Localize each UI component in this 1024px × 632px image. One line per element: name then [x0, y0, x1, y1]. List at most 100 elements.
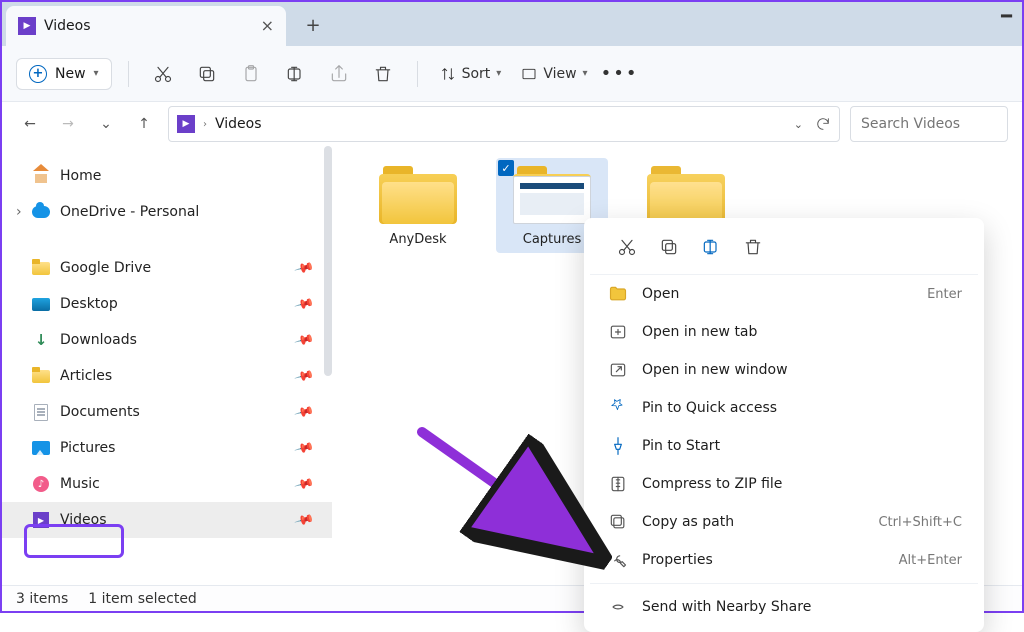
sort-label: Sort — [462, 66, 491, 82]
ctx-nearby-share[interactable]: Send with Nearby Share — [590, 588, 978, 626]
sidebar-item-pictures[interactable]: Pictures 📌 — [2, 430, 332, 466]
sort-button[interactable]: Sort ▾ — [434, 56, 508, 92]
context-menu: Open Enter Open in new tab Open in new w… — [584, 218, 984, 632]
sidebar-item-music[interactable]: ♪ Music 📌 — [2, 466, 332, 502]
sidebar: Home OneDrive - Personal Google Drive 📌 … — [2, 146, 332, 606]
sidebar-item-label: Music — [60, 476, 286, 492]
sidebar-item-articles[interactable]: Articles 📌 — [2, 358, 332, 394]
video-icon — [33, 512, 49, 528]
address-bar[interactable]: › Videos ⌄ — [168, 106, 840, 142]
breadcrumb-current[interactable]: Videos — [215, 116, 262, 132]
history-chevron-icon[interactable]: ⌄ — [92, 110, 120, 138]
ctx-label: Pin to Start — [642, 438, 720, 454]
folder-icon — [379, 164, 457, 224]
search-input[interactable] — [861, 116, 997, 132]
sidebar-item-downloads[interactable]: ↓ Downloads 📌 — [2, 322, 332, 358]
folder-icon — [647, 164, 725, 224]
sidebar-item-documents[interactable]: Documents 📌 — [2, 394, 332, 430]
wrench-icon — [608, 550, 628, 570]
ctx-properties[interactable]: Properties Alt+Enter — [590, 541, 978, 579]
sidebar-item-label: Articles — [60, 368, 286, 384]
folder-anydesk[interactable]: AnyDesk — [362, 158, 474, 253]
nearby-share-icon — [608, 597, 628, 617]
ctx-pin-quick-access[interactable]: Pin to Quick access — [590, 389, 978, 427]
zip-icon — [608, 474, 628, 494]
new-label: New — [55, 66, 86, 82]
sidebar-item-label: Videos — [60, 512, 286, 528]
folder-name: Captures — [523, 232, 581, 247]
pin-icon — [608, 436, 628, 456]
sidebar-item-label: Documents — [60, 404, 286, 420]
folder-icon — [513, 164, 591, 224]
rename-icon[interactable] — [277, 56, 313, 92]
selection-check-icon: ✓ — [498, 160, 514, 176]
pin-icon: 📌 — [293, 437, 315, 458]
tab-title: Videos — [44, 18, 91, 34]
share-icon[interactable] — [321, 56, 357, 92]
paste-icon[interactable] — [233, 56, 269, 92]
sidebar-item-desktop[interactable]: Desktop 📌 — [2, 286, 332, 322]
ctx-open-new-tab[interactable]: Open in new tab — [590, 313, 978, 351]
ctx-label: Open — [642, 286, 679, 302]
sidebar-item-onedrive[interactable]: OneDrive - Personal — [2, 194, 332, 230]
up-button[interactable]: ↑ — [130, 110, 158, 138]
sidebar-item-home[interactable]: Home — [2, 158, 332, 194]
forward-button[interactable]: → — [54, 110, 82, 138]
music-icon: ♪ — [33, 476, 49, 492]
plus-circle-icon: + — [29, 65, 47, 83]
window-tab[interactable]: Videos × — [6, 6, 286, 46]
ctx-open-new-window[interactable]: Open in new window — [590, 351, 978, 389]
folder-icon — [32, 370, 50, 383]
cloud-icon — [32, 206, 50, 218]
close-tab-icon[interactable]: × — [261, 18, 274, 34]
pin-icon: 📌 — [293, 365, 315, 386]
chevron-down-icon[interactable]: ⌄ — [794, 118, 803, 131]
home-icon — [32, 169, 50, 183]
pictures-icon — [32, 441, 50, 455]
download-icon: ↓ — [32, 331, 50, 349]
search-box[interactable] — [850, 106, 1008, 142]
more-button[interactable]: ••• — [602, 56, 638, 92]
minimize-icon[interactable]: ━ — [1001, 6, 1012, 27]
view-label: View — [543, 66, 576, 82]
pin-icon: 📌 — [293, 473, 315, 494]
ctx-shortcut: Enter — [927, 287, 962, 302]
pin-icon: 📌 — [293, 401, 315, 422]
ctx-pin-start[interactable]: Pin to Start — [590, 427, 978, 465]
ctx-compress-zip[interactable]: Compress to ZIP file — [590, 465, 978, 503]
sidebar-scrollbar[interactable] — [324, 146, 332, 376]
copy-icon[interactable] — [189, 56, 225, 92]
sort-icon — [440, 66, 456, 82]
nav-row: ← → ⌄ ↑ › Videos ⌄ — [2, 102, 1022, 146]
refresh-icon[interactable] — [815, 116, 831, 132]
sidebar-item-label: Home — [60, 168, 322, 184]
sidebar-item-label: OneDrive - Personal — [60, 204, 322, 220]
delete-icon[interactable] — [734, 230, 772, 264]
ctx-open[interactable]: Open Enter — [590, 275, 978, 313]
back-button[interactable]: ← — [16, 110, 44, 138]
chevron-down-icon: ▾ — [496, 68, 501, 79]
folder-icon — [608, 284, 628, 304]
sidebar-item-label: Pictures — [60, 440, 286, 456]
titlebar: Videos × + ━ — [2, 2, 1022, 46]
delete-icon[interactable] — [365, 56, 401, 92]
ctx-copy-path[interactable]: Copy as path Ctrl+Shift+C — [590, 503, 978, 541]
rename-icon[interactable] — [692, 230, 730, 264]
view-icon — [521, 66, 537, 82]
cut-icon[interactable] — [608, 230, 646, 264]
toolbar: + New ▾ Sort ▾ View ▾ ••• — [2, 46, 1022, 102]
copy-icon[interactable] — [650, 230, 688, 264]
view-button[interactable]: View ▾ — [515, 56, 593, 92]
new-button[interactable]: + New ▾ — [16, 58, 112, 90]
ctx-label: Pin to Quick access — [642, 400, 777, 416]
sidebar-item-google-drive[interactable]: Google Drive 📌 — [2, 250, 332, 286]
new-tab-button[interactable]: + — [298, 10, 328, 40]
copy-path-icon — [608, 512, 628, 532]
chevron-down-icon: ▾ — [94, 68, 99, 79]
status-selected: 1 item selected — [88, 591, 197, 607]
sidebar-item-videos[interactable]: Videos 📌 — [2, 502, 332, 538]
pin-icon: 📌 — [293, 257, 315, 278]
cut-icon[interactable] — [145, 56, 181, 92]
new-tab-icon — [608, 322, 628, 342]
chevron-down-icon: ▾ — [583, 68, 588, 79]
